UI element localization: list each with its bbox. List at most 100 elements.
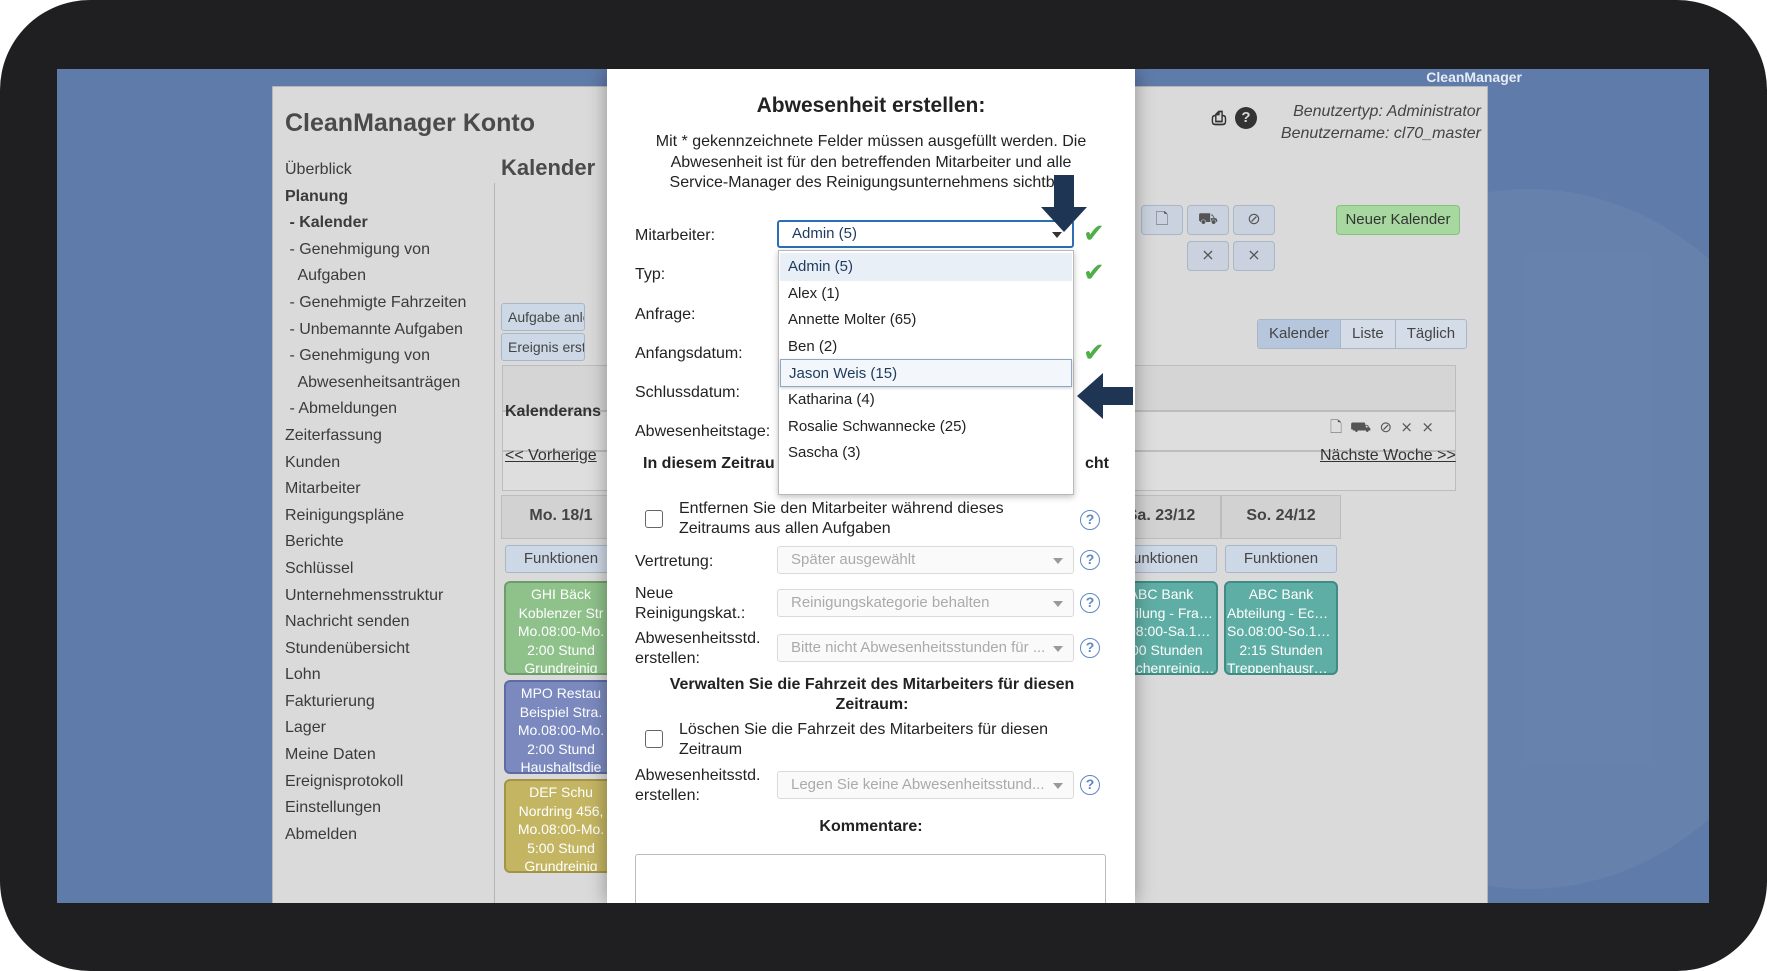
chevron-down-icon xyxy=(1053,783,1063,789)
employee-select-value: Admin (5) xyxy=(792,225,858,242)
sidebar-item[interactable]: Reinigungspläne xyxy=(285,503,485,530)
help-icon[interactable]: ? xyxy=(1235,107,1257,129)
sidebar-item[interactable]: - Genehmigung von xyxy=(285,237,485,264)
sidebar-item[interactable]: Mitarbeiter xyxy=(285,476,485,503)
employee-option[interactable]: Ben (2) xyxy=(780,333,1072,361)
view-list-button[interactable]: Liste xyxy=(1341,320,1396,348)
document-icon[interactable]: 🗋 xyxy=(1141,205,1183,235)
sidebar-item[interactable]: Nachricht senden xyxy=(285,609,485,636)
sidebar-item[interactable]: Aufgaben xyxy=(285,263,485,290)
substitute-select-value: Später ausgewählt xyxy=(791,551,916,568)
sidebar-item[interactable]: Planung xyxy=(285,184,485,211)
employee-option[interactable]: Katharina (4) xyxy=(780,386,1072,414)
task-line: Beispiel Stra. xyxy=(519,703,603,720)
create-event-button[interactable]: Ereignis erste xyxy=(501,333,585,361)
sidebar-item[interactable]: Lager xyxy=(285,715,485,742)
crossed-icon-2[interactable]: ⨯ xyxy=(1421,419,1434,436)
employee-option[interactable]: Jason Weis (15) xyxy=(780,359,1072,388)
employee-option[interactable]: Rosalie Schwannecke (25) xyxy=(780,413,1072,441)
sidebar-item[interactable]: Zeiterfassung xyxy=(285,423,485,450)
absence-hours-select[interactable]: Bitte nicht Abwesenheitsstunden für ... xyxy=(777,634,1074,662)
new-category-select[interactable]: Reinigungskategorie behalten xyxy=(777,589,1074,617)
sidebar-item[interactable]: Einstellungen xyxy=(285,795,485,822)
question-icon[interactable]: ? xyxy=(1080,550,1100,570)
sidebar-item[interactable]: Abmelden xyxy=(285,822,485,849)
sidebar-item[interactable]: - Genehmigte Fahrzeiten xyxy=(285,290,485,317)
sidebar-item[interactable]: Fakturierung xyxy=(285,689,485,716)
sidebar-item[interactable]: - Abmeldungen xyxy=(285,396,485,423)
task-line: ABC Bank xyxy=(1248,586,1314,602)
crossed-icon-2[interactable]: ⨯ xyxy=(1233,241,1275,271)
sidebar-item[interactable]: Überblick xyxy=(285,157,485,184)
sidebar-item[interactable]: - Unbemannte Aufgaben xyxy=(285,317,485,344)
no-entry-icon[interactable]: ⊘ xyxy=(1379,419,1392,436)
crossed-icon[interactable]: ⨯ xyxy=(1187,241,1229,271)
delete-travel-checkbox[interactable] xyxy=(645,730,663,748)
sidebar-item[interactable]: - Genehmigung von xyxy=(285,343,485,370)
document-icon[interactable]: 🗋 xyxy=(1330,419,1342,436)
question-icon[interactable]: ? xyxy=(1080,638,1100,658)
view-toggle: Kalender Liste Täglich xyxy=(1257,319,1468,349)
employee-option[interactable]: Alex (1) xyxy=(780,280,1072,308)
travel-section-heading: Verwalten Sie die Fahrzeit des Mitarbeit… xyxy=(669,676,1075,713)
print-icon[interactable]: ⎙ xyxy=(1208,107,1230,129)
arrow-left-icon xyxy=(1077,373,1133,419)
sidebar-item[interactable]: Meine Daten xyxy=(285,742,485,769)
task-line: 2:00 Stund xyxy=(527,641,595,658)
question-icon[interactable]: ? xyxy=(1080,510,1100,530)
task-line: Haushaltsdie xyxy=(520,759,602,774)
sidebar-item[interactable]: Unternehmensstruktur xyxy=(285,583,485,610)
view-daily-button[interactable]: Täglich xyxy=(1396,320,1466,348)
page-title: Kalender xyxy=(501,155,596,180)
comments-textarea[interactable] xyxy=(635,854,1106,903)
question-icon[interactable]: ? xyxy=(1080,593,1100,613)
sidebar-item[interactable]: Abwesenheitsanträgen xyxy=(285,370,485,397)
delete-travel-text: Löschen Sie die Fahrzeit des Mitarbeiter… xyxy=(679,721,1049,758)
username: Benutzername: cl70_master xyxy=(1280,125,1481,142)
sidebar-item[interactable]: Schlüssel xyxy=(285,556,485,583)
employee-option[interactable]: Admin (5) xyxy=(780,253,1072,281)
end-date-label: Schlussdatum: xyxy=(635,384,740,401)
previous-week-link[interactable]: << Vorherige xyxy=(505,447,597,465)
task-line: Mo.08:00-Mo. xyxy=(517,722,605,738)
absence-hours-select-2[interactable]: Legen Sie keine Abwesenheitsstund... xyxy=(777,771,1074,799)
task-card[interactable]: GHI Bäck Koblenzer Str Mo.08:00-Mo. 2:00 St… xyxy=(504,581,618,675)
day-column: Mo. 18/1 Funktionen GHI Bäck Koblenzer Str M… xyxy=(501,495,621,903)
crossed-icon[interactable]: ⨯ xyxy=(1400,419,1413,436)
sidebar-item[interactable]: Berichte xyxy=(285,529,485,556)
sidebar-item[interactable]: Kunden xyxy=(285,450,485,477)
arrow-down-icon xyxy=(1041,175,1087,232)
sidebar-item[interactable]: Lohn xyxy=(285,662,485,689)
employee-option[interactable]: Annette Molter (65) xyxy=(780,306,1072,334)
create-task-button[interactable]: Aufgabe anle xyxy=(501,303,585,331)
task-line: DEF Schu xyxy=(529,784,593,800)
question-icon[interactable]: ? xyxy=(1080,775,1100,795)
employee-select[interactable]: Admin (5) xyxy=(777,220,1074,248)
next-week-link[interactable]: Nächste Woche >> xyxy=(1320,447,1456,465)
app-title: CleanManager Konto xyxy=(285,109,536,137)
employee-label: Mitarbeiter: xyxy=(635,227,716,244)
sidebar-item[interactable]: Ereignisprotokoll xyxy=(285,769,485,796)
no-entry-icon[interactable]: ⊘ xyxy=(1233,205,1275,235)
task-card[interactable]: MPO Restau Beispiel Stra. Mo.08:00-Mo. 2:00… xyxy=(504,680,618,774)
sidebar-item[interactable]: - Kalender xyxy=(285,210,485,237)
functions-button[interactable]: Funktionen xyxy=(1225,545,1337,573)
employee-option[interactable]: Sascha (3) xyxy=(780,439,1072,467)
car-icon[interactable]: ⛟ xyxy=(1187,205,1229,235)
remove-from-tasks-checkbox[interactable] xyxy=(645,510,663,528)
absence-days-label: Abwesenheitstage: xyxy=(635,423,771,440)
task-line: Treppenhausreinigu xyxy=(1227,660,1335,675)
task-card[interactable]: DEF Schu Nordring 456, Mo.08:00-Mo. 5:00 St… xyxy=(504,779,618,873)
substitute-select[interactable]: Später ausgewählt xyxy=(777,546,1074,574)
check-icon: ✔ xyxy=(1083,257,1105,287)
device-frame: CleanManager CleanManager Konto ⎙ ? Benu… xyxy=(0,0,1767,971)
task-card[interactable]: ABC Bank Abteilung - Ecke... So.08:00-So.1… xyxy=(1224,581,1338,675)
day-header: Mo. 18/1 xyxy=(501,495,621,539)
functions-button[interactable]: Funktionen xyxy=(505,545,617,573)
sidebar-item[interactable]: Stundenübersicht xyxy=(285,636,485,663)
view-calendar-button[interactable]: Kalender xyxy=(1258,320,1342,348)
car-icon[interactable]: ⛟ xyxy=(1350,419,1371,436)
new-calendar-button[interactable]: Neuer Kalender xyxy=(1336,205,1460,235)
task-line: Mo.08:00-Mo. xyxy=(517,623,605,639)
absence-hours-label-2: Abwesenheitsstd. erstellen: xyxy=(635,767,761,804)
